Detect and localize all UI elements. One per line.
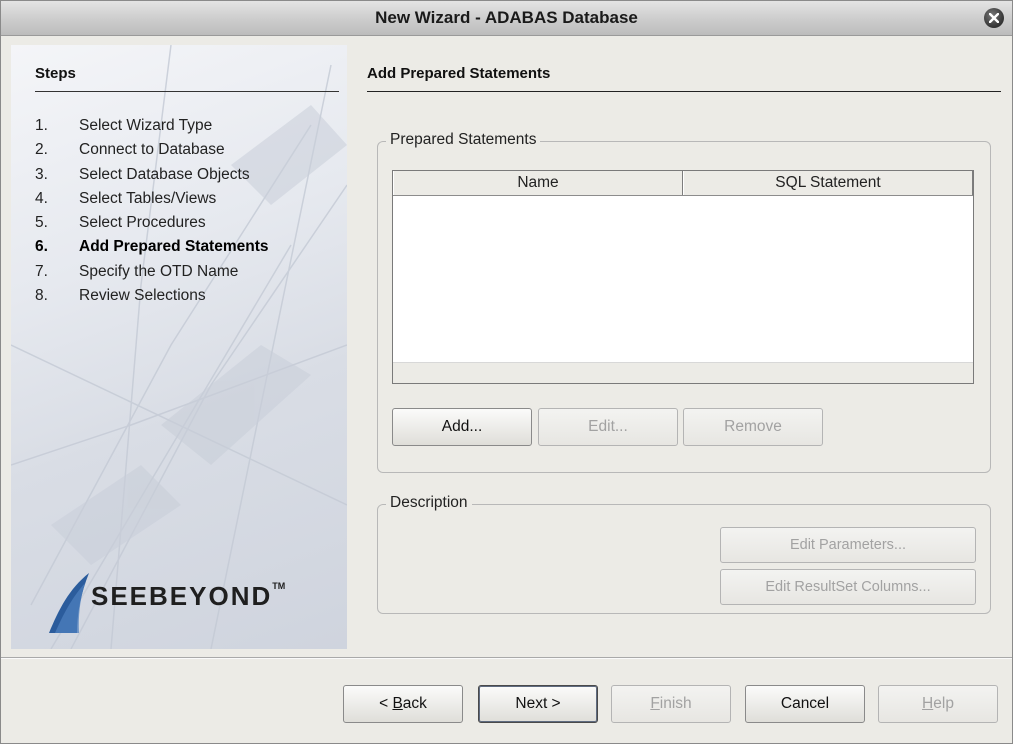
step-7: 7. Specify the OTD Name (35, 262, 239, 280)
table-bottom-strip (393, 362, 973, 383)
steps-panel: Steps 1. Select Wizard Type 2. Connect to … (11, 45, 347, 649)
wizard-window: New Wizard - ADABAS Database Steps 1. Se… (0, 0, 1013, 744)
column-header-name[interactable]: Name (393, 171, 683, 195)
logo-swoosh-icon (49, 573, 89, 633)
title-bar[interactable]: New Wizard - ADABAS Database (1, 1, 1012, 36)
steps-title: Steps (35, 65, 76, 82)
description-legend: Description (386, 494, 472, 512)
next-button[interactable]: Next > (478, 685, 598, 723)
step-3: 3. Select Database Objects (35, 165, 250, 183)
page-title: Add Prepared Statements (367, 65, 551, 82)
steps-divider (35, 91, 339, 92)
footer-divider-highlight (1, 658, 1012, 659)
column-header-sql-statement[interactable]: SQL Statement (683, 171, 973, 195)
add-button[interactable]: Add... (392, 408, 532, 446)
prepared-statements-legend: Prepared Statements (386, 131, 541, 149)
steps-list: 1. Select Wizard Type 2. Connect to Databa… (35, 114, 269, 308)
close-icon[interactable] (984, 8, 1004, 28)
seebeyond-logo: SEEBEYONDTM (47, 571, 287, 635)
description-group: Description Edit Parameters... Edit Resu… (377, 494, 991, 614)
back-button[interactable]: < Back (343, 685, 463, 723)
step-6-current: 6. Add Prepared Statements (35, 238, 269, 256)
edit-resultset-columns-button[interactable]: Edit ResultSet Columns... (720, 569, 976, 605)
logo-text: SEEBEYONDTM (91, 581, 286, 611)
remove-button[interactable]: Remove (683, 408, 823, 446)
cancel-button[interactable]: Cancel (745, 685, 865, 723)
prepared-statements-group: Prepared Statements Name SQL Statement A… (377, 131, 991, 473)
step-4: 4. Select Tables/Views (35, 189, 217, 207)
finish-button[interactable]: Finish (611, 685, 731, 723)
window-title: New Wizard - ADABAS Database (375, 8, 638, 27)
edit-parameters-button[interactable]: Edit Parameters... (720, 527, 976, 563)
help-button[interactable]: Help (878, 685, 998, 723)
step-2: 2. Connect to Database (35, 141, 225, 159)
step-5: 5. Select Procedures (35, 214, 206, 232)
edit-button[interactable]: Edit... (538, 408, 678, 446)
table-header: Name SQL Statement (393, 171, 973, 196)
prepared-statements-table[interactable]: Name SQL Statement (392, 170, 974, 384)
step-1: 1. Select Wizard Type (35, 117, 213, 134)
step-8: 8. Review Selections (35, 287, 206, 305)
page-title-divider (367, 91, 1001, 92)
